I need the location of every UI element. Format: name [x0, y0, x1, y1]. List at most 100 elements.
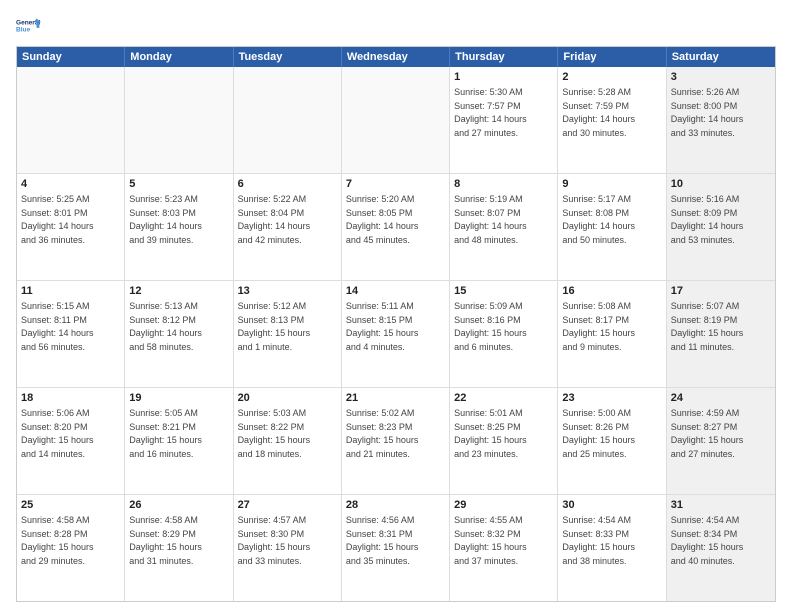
cell-info: Sunrise: 4:56 AM Sunset: 8:31 PM Dayligh… — [346, 515, 419, 566]
day-number: 5 — [129, 177, 228, 192]
cell-info: Sunrise: 5:00 AM Sunset: 8:26 PM Dayligh… — [562, 408, 635, 459]
cell-info: Sunrise: 4:55 AM Sunset: 8:32 PM Dayligh… — [454, 515, 527, 566]
cell-info: Sunrise: 5:07 AM Sunset: 8:19 PM Dayligh… — [671, 301, 744, 352]
day-number: 24 — [671, 391, 771, 406]
cell-info: Sunrise: 5:16 AM Sunset: 8:09 PM Dayligh… — [671, 194, 744, 245]
calendar-cell: 14 Sunrise: 5:11 AM Sunset: 8:15 PM Dayli… — [342, 281, 450, 387]
cell-info: Sunrise: 5:22 AM Sunset: 8:04 PM Dayligh… — [238, 194, 311, 245]
day-number: 6 — [238, 177, 337, 192]
calendar-cell: 18Sunrise: 5:06 AM Sunset: 8:20 PM Dayli… — [17, 388, 125, 494]
calendar-cell: 9 Sunrise: 5:17 AM Sunset: 8:08 PM Daylig… — [558, 174, 666, 280]
calendar-cell: 4 Sunrise: 5:25 AM Sunset: 8:01 PM Daylig… — [17, 174, 125, 280]
calendar-cell — [125, 67, 233, 173]
cell-info: Sunrise: 5:09 AM Sunset: 8:16 PM Dayligh… — [454, 301, 527, 352]
calendar-cell: 28 Sunrise: 4:56 AM Sunset: 8:31 PM Dayli… — [342, 495, 450, 601]
calendar-cell: 26Sunrise: 4:58 AM Sunset: 8:29 PM Dayli… — [125, 495, 233, 601]
day-number: 19 — [129, 391, 228, 406]
calendar-cell — [342, 67, 450, 173]
cell-info: Sunrise: 5:23 AM Sunset: 8:03 PM Dayligh… — [129, 194, 202, 245]
calendar-cell: 17 Sunrise: 5:07 AM Sunset: 8:19 PM Dayli… — [667, 281, 775, 387]
calendar-cell: 13 Sunrise: 5:12 AM Sunset: 8:13 PM Dayli… — [234, 281, 342, 387]
cell-info: Sunrise: 5:25 AM Sunset: 8:01 PM Dayligh… — [21, 194, 94, 245]
calendar-body: 1Sunrise: 5:30 AM Sunset: 7:57 PM Daylig… — [17, 67, 775, 601]
day-number: 16 — [562, 284, 661, 299]
header-day: Thursday — [450, 47, 558, 67]
logo: GeneralBlue — [16, 12, 44, 40]
cell-info: Sunrise: 5:15 AM Sunset: 8:11 PM Dayligh… — [21, 301, 94, 352]
calendar-row: 1Sunrise: 5:30 AM Sunset: 7:57 PM Daylig… — [17, 67, 775, 174]
day-number: 7 — [346, 177, 445, 192]
calendar-cell — [17, 67, 125, 173]
calendar-row: 25Sunrise: 4:58 AM Sunset: 8:28 PM Dayli… — [17, 495, 775, 601]
day-number: 31 — [671, 498, 771, 513]
header-day: Wednesday — [342, 47, 450, 67]
day-number: 28 — [346, 498, 445, 513]
calendar-cell: 21Sunrise: 5:02 AM Sunset: 8:23 PM Dayli… — [342, 388, 450, 494]
cell-info: Sunrise: 5:05 AM Sunset: 8:21 PM Dayligh… — [129, 408, 202, 459]
day-number: 30 — [562, 498, 661, 513]
calendar-header: SundayMondayTuesdayWednesdayThursdayFrid… — [17, 47, 775, 67]
day-number: 12 — [129, 284, 228, 299]
day-number: 21 — [346, 391, 445, 406]
cell-info: Sunrise: 5:06 AM Sunset: 8:20 PM Dayligh… — [21, 408, 94, 459]
day-number: 22 — [454, 391, 553, 406]
cell-info: Sunrise: 5:01 AM Sunset: 8:25 PM Dayligh… — [454, 408, 527, 459]
cell-info: Sunrise: 5:03 AM Sunset: 8:22 PM Dayligh… — [238, 408, 311, 459]
day-number: 13 — [238, 284, 337, 299]
calendar-cell: 5 Sunrise: 5:23 AM Sunset: 8:03 PM Daylig… — [125, 174, 233, 280]
day-number: 17 — [671, 284, 771, 299]
cell-info: Sunrise: 5:26 AM Sunset: 8:00 PM Dayligh… — [671, 87, 744, 138]
calendar-cell: 20Sunrise: 5:03 AM Sunset: 8:22 PM Dayli… — [234, 388, 342, 494]
calendar-cell — [234, 67, 342, 173]
calendar-cell: 30 Sunrise: 4:54 AM Sunset: 8:33 PM Dayli… — [558, 495, 666, 601]
day-number: 29 — [454, 498, 553, 513]
cell-info: Sunrise: 4:57 AM Sunset: 8:30 PM Dayligh… — [238, 515, 311, 566]
calendar: SundayMondayTuesdayWednesdayThursdayFrid… — [16, 46, 776, 602]
calendar-cell: 29 Sunrise: 4:55 AM Sunset: 8:32 PM Dayli… — [450, 495, 558, 601]
cell-info: Sunrise: 4:54 AM Sunset: 8:34 PM Dayligh… — [671, 515, 744, 566]
cell-info: Sunrise: 5:30 AM Sunset: 7:57 PM Dayligh… — [454, 87, 527, 138]
calendar-row: 4 Sunrise: 5:25 AM Sunset: 8:01 PM Daylig… — [17, 174, 775, 281]
calendar-cell: 23 Sunrise: 5:00 AM Sunset: 8:26 PM Dayli… — [558, 388, 666, 494]
cell-info: Sunrise: 5:13 AM Sunset: 8:12 PM Dayligh… — [129, 301, 202, 352]
calendar-cell: 19 Sunrise: 5:05 AM Sunset: 8:21 PM Dayli… — [125, 388, 233, 494]
day-number: 26 — [129, 498, 228, 513]
day-number: 2 — [562, 70, 661, 85]
calendar-cell: 22 Sunrise: 5:01 AM Sunset: 8:25 PM Dayli… — [450, 388, 558, 494]
calendar-cell: 31 Sunrise: 4:54 AM Sunset: 8:34 PM Dayli… — [667, 495, 775, 601]
day-number: 9 — [562, 177, 661, 192]
header-day: Saturday — [667, 47, 775, 67]
calendar-row: 18Sunrise: 5:06 AM Sunset: 8:20 PM Dayli… — [17, 388, 775, 495]
calendar-cell: 2 Sunrise: 5:28 AM Sunset: 7:59 PM Daylig… — [558, 67, 666, 173]
day-number: 25 — [21, 498, 120, 513]
cell-info: Sunrise: 5:12 AM Sunset: 8:13 PM Dayligh… — [238, 301, 311, 352]
calendar-cell: 15 Sunrise: 5:09 AM Sunset: 8:16 PM Dayli… — [450, 281, 558, 387]
day-number: 15 — [454, 284, 553, 299]
calendar-cell: 16 Sunrise: 5:08 AM Sunset: 8:17 PM Dayli… — [558, 281, 666, 387]
cell-info: Sunrise: 5:11 AM Sunset: 8:15 PM Dayligh… — [346, 301, 419, 352]
day-number: 14 — [346, 284, 445, 299]
day-number: 4 — [21, 177, 120, 192]
header-day: Tuesday — [234, 47, 342, 67]
cell-info: Sunrise: 5:17 AM Sunset: 8:08 PM Dayligh… — [562, 194, 635, 245]
calendar-cell: 10 Sunrise: 5:16 AM Sunset: 8:09 PM Dayli… — [667, 174, 775, 280]
calendar-cell: 7 Sunrise: 5:20 AM Sunset: 8:05 PM Daylig… — [342, 174, 450, 280]
cell-info: Sunrise: 5:28 AM Sunset: 7:59 PM Dayligh… — [562, 87, 635, 138]
calendar-cell: 3 Sunrise: 5:26 AM Sunset: 8:00 PM Daylig… — [667, 67, 775, 173]
day-number: 27 — [238, 498, 337, 513]
header-day: Friday — [558, 47, 666, 67]
day-number: 11 — [21, 284, 120, 299]
cell-info: Sunrise: 4:59 AM Sunset: 8:27 PM Dayligh… — [671, 408, 744, 459]
calendar-cell: 8Sunrise: 5:19 AM Sunset: 8:07 PM Daylig… — [450, 174, 558, 280]
day-number: 10 — [671, 177, 771, 192]
day-number: 3 — [671, 70, 771, 85]
cell-info: Sunrise: 4:54 AM Sunset: 8:33 PM Dayligh… — [562, 515, 635, 566]
calendar-cell: 12 Sunrise: 5:13 AM Sunset: 8:12 PM Dayli… — [125, 281, 233, 387]
header-day: Sunday — [17, 47, 125, 67]
calendar-cell: 1Sunrise: 5:30 AM Sunset: 7:57 PM Daylig… — [450, 67, 558, 173]
day-number: 23 — [562, 391, 661, 406]
cell-info: Sunrise: 5:20 AM Sunset: 8:05 PM Dayligh… — [346, 194, 419, 245]
cell-info: Sunrise: 5:08 AM Sunset: 8:17 PM Dayligh… — [562, 301, 635, 352]
svg-text:Blue: Blue — [16, 27, 30, 34]
calendar-cell: 27 Sunrise: 4:57 AM Sunset: 8:30 PM Dayli… — [234, 495, 342, 601]
